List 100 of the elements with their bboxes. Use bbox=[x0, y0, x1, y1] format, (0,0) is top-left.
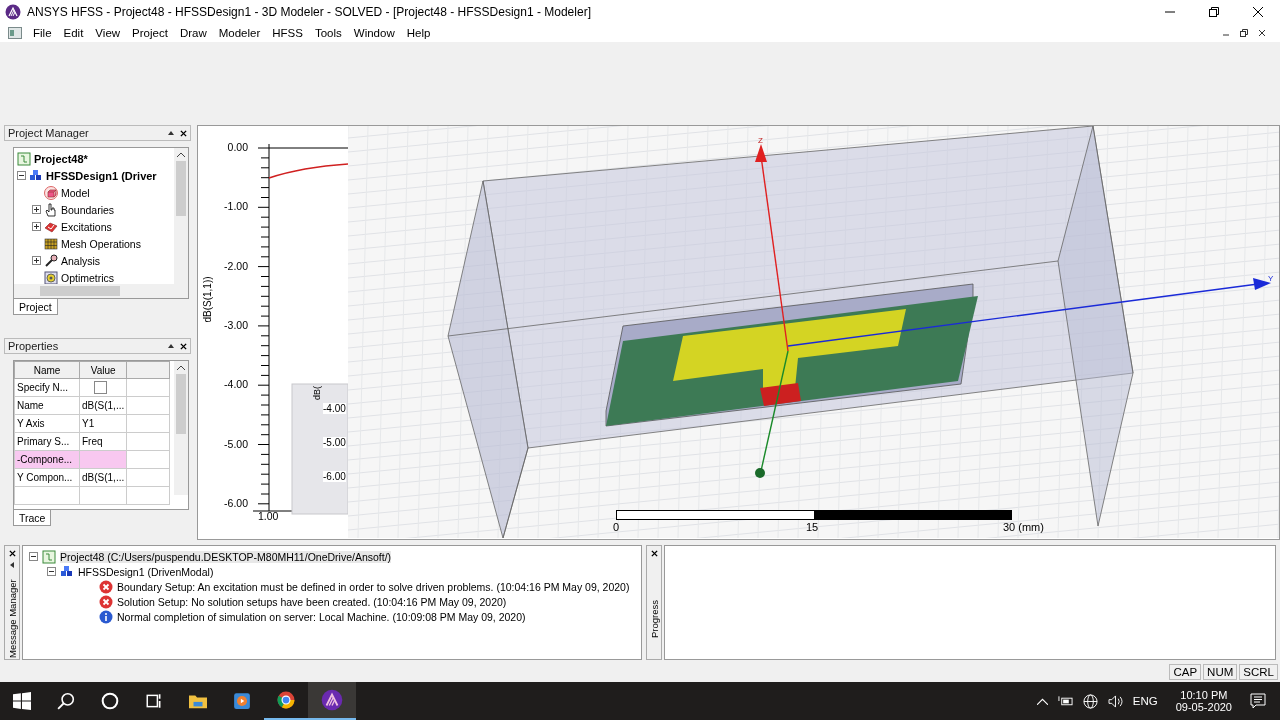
close-icon[interactable] bbox=[1253, 7, 1263, 17]
expand-icon[interactable] bbox=[32, 205, 41, 214]
menu-item[interactable]: File bbox=[28, 24, 57, 42]
speaker-icon[interactable] bbox=[1107, 694, 1123, 708]
property-value[interactable]: Y1 bbox=[82, 418, 95, 429]
menu-item[interactable]: Tools bbox=[309, 24, 347, 42]
menu-item[interactable]: View bbox=[90, 24, 126, 42]
cubes-icon bbox=[29, 168, 43, 183]
pin-icon[interactable] bbox=[168, 131, 174, 135]
windows-start-icon[interactable] bbox=[13, 692, 31, 710]
menu-item[interactable]: HFSS bbox=[267, 24, 308, 42]
app-logo-icon bbox=[5, 4, 21, 20]
notification-icon[interactable] bbox=[1250, 693, 1266, 709]
restore-icon[interactable] bbox=[1209, 7, 1219, 17]
tree-item[interactable]: Optimetrics bbox=[61, 271, 115, 284]
globe-icon[interactable] bbox=[1082, 693, 1098, 709]
message-item[interactable]: Solution Setup: No solution setups have been created. (10:04:16 PM May 09, 2020) bbox=[117, 595, 507, 608]
tick-label: -4.00 bbox=[223, 378, 248, 391]
error-icon bbox=[99, 579, 113, 594]
tree-item[interactable]: HFSSDesign1 (Driver bbox=[46, 169, 157, 182]
property-name: Y Compon... bbox=[14, 468, 80, 487]
tree-item[interactable]: Excitations bbox=[61, 220, 112, 233]
clock-date[interactable]: 09-05-2020 bbox=[1175, 701, 1232, 713]
gauge-icon bbox=[44, 270, 58, 285]
search-icon[interactable] bbox=[57, 692, 75, 710]
menu-item[interactable]: Help bbox=[401, 24, 436, 42]
browser-icon[interactable] bbox=[277, 691, 295, 709]
restore-icon[interactable] bbox=[1240, 29, 1248, 37]
document-icon[interactable] bbox=[8, 27, 22, 39]
tick-label: -2.00 bbox=[223, 259, 248, 272]
scroll-up-icon[interactable] bbox=[177, 365, 185, 370]
clock-time[interactable]: 10:10 PM bbox=[1180, 689, 1228, 701]
media-player-icon[interactable] bbox=[233, 692, 251, 710]
panel-title: Properties bbox=[8, 340, 59, 352]
panel-title: Project Manager bbox=[8, 127, 89, 139]
property-name: Primary S... bbox=[14, 432, 80, 451]
panel-tab[interactable]: Project bbox=[13, 299, 58, 315]
task-view-icon[interactable] bbox=[145, 692, 163, 710]
scrollbar[interactable] bbox=[174, 148, 188, 284]
collapse-icon[interactable] bbox=[17, 171, 26, 180]
scrollbar[interactable] bbox=[174, 361, 188, 495]
scrollbar[interactable] bbox=[14, 284, 188, 298]
battery-icon[interactable] bbox=[1057, 696, 1073, 706]
circle-icon[interactable] bbox=[101, 692, 119, 710]
close-icon[interactable] bbox=[1258, 29, 1266, 37]
tree-item[interactable]: Model bbox=[61, 186, 90, 199]
message-item[interactable]: Project48 (C:/Users/puspendu.DESKTOP-M80MH11/OneDrive/Ansoft/) bbox=[60, 550, 392, 563]
info-icon bbox=[99, 609, 113, 624]
status-indicator: SCRL bbox=[1239, 664, 1278, 680]
tick-label: -6.00 bbox=[323, 471, 346, 482]
checkbox[interactable] bbox=[94, 381, 107, 394]
mesh-icon bbox=[44, 236, 58, 251]
status-indicator: CAP bbox=[1169, 664, 1202, 680]
menu-item[interactable]: Modeler bbox=[213, 24, 266, 42]
scroll-up-icon[interactable] bbox=[177, 152, 185, 157]
tick-label: 0.00 bbox=[226, 141, 248, 153]
project-icon bbox=[42, 549, 56, 564]
menu-item[interactable]: Draw bbox=[174, 24, 212, 42]
property-name: Specify N... bbox=[14, 378, 80, 397]
tree-item[interactable]: Boundaries bbox=[61, 203, 115, 216]
tree-item[interactable]: Analysis bbox=[61, 254, 101, 267]
menu-item[interactable]: Edit bbox=[58, 24, 89, 42]
hand-cursor-icon bbox=[44, 202, 58, 217]
expand-icon[interactable] bbox=[32, 256, 41, 265]
window-title: ANSYS HFSS - Project48 - HFSSDesign1 - 3D Modeler - SOLVED - [Project48 - HFSSDesign1 - Modeler] bbox=[27, 5, 591, 19]
panel-title: Progress bbox=[648, 599, 660, 640]
tick-label: -1.00 bbox=[223, 200, 248, 213]
language-indicator[interactable]: ENG bbox=[1132, 695, 1158, 707]
column-header[interactable]: Value bbox=[79, 361, 127, 379]
column-header[interactable]: Name bbox=[14, 361, 80, 379]
message-item[interactable]: Normal completion of simulation on server: Local Machine. (10:09:08 PM May 09, 2020) bbox=[117, 610, 526, 623]
tick-label: -4.00 bbox=[323, 403, 346, 414]
message-item[interactable]: HFSSDesign1 (DrivenModal) bbox=[78, 565, 214, 578]
menu-item[interactable]: Project bbox=[127, 24, 173, 42]
close-icon[interactable] bbox=[180, 342, 187, 350]
tree-item[interactable]: Mesh Operations bbox=[61, 237, 141, 250]
panel-tab[interactable]: Trace bbox=[13, 510, 52, 526]
message-item[interactable]: Boundary Setup: An excitation must be defined in order to solve driven problems. (10:04:16 PM May 09, 2020) bbox=[117, 580, 630, 593]
tick-label: -6.00 bbox=[223, 496, 248, 509]
tree-item[interactable]: Project48* bbox=[34, 152, 88, 165]
property-name: Name bbox=[14, 396, 80, 415]
collapse-icon[interactable] bbox=[47, 567, 56, 576]
tick-label: -5.00 bbox=[323, 437, 346, 448]
scale-label: 30 (mm) bbox=[1003, 521, 1044, 533]
box-icon bbox=[44, 185, 58, 200]
pin-icon[interactable] bbox=[168, 344, 174, 348]
axis-title: dB(S(1,1)) bbox=[201, 276, 213, 323]
close-icon[interactable] bbox=[180, 129, 187, 137]
tick-label: 1.00 bbox=[258, 510, 279, 522]
collapse-icon[interactable] bbox=[29, 552, 38, 561]
menu-item[interactable]: Window bbox=[348, 24, 400, 42]
app-logo-icon[interactable] bbox=[321, 689, 343, 711]
expand-icon[interactable] bbox=[32, 222, 41, 231]
close-icon[interactable] bbox=[8, 550, 16, 557]
close-icon[interactable] bbox=[650, 550, 658, 557]
tick-label: -5.00 bbox=[223, 437, 248, 450]
chevron-up-icon[interactable] bbox=[1036, 697, 1048, 705]
pin-icon[interactable] bbox=[10, 562, 14, 568]
model-drawing[interactable] bbox=[447, 126, 1271, 538]
property-name: Y Axis bbox=[14, 414, 80, 433]
